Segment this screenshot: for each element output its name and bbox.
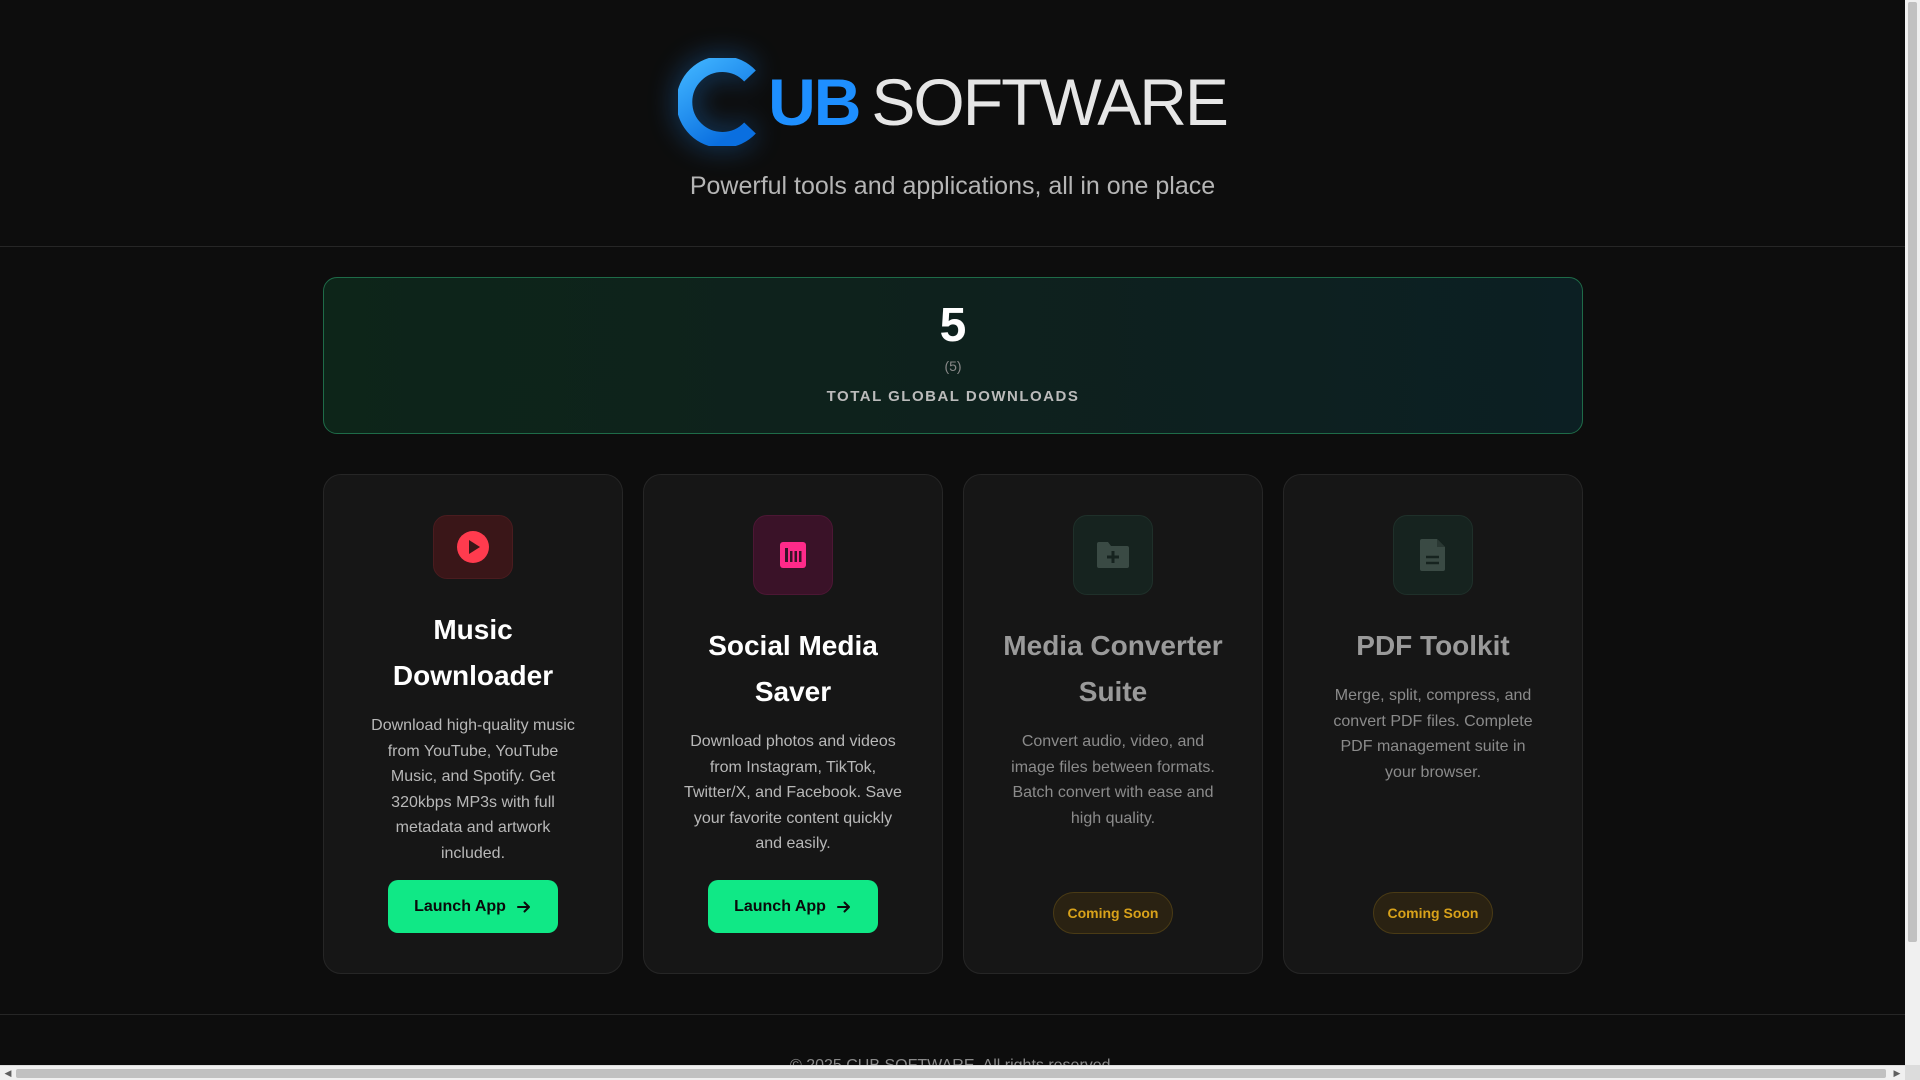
card-pdf-toolkit: PDF Toolkit Merge, split, compress, and … xyxy=(1283,474,1583,974)
card-media-converter: Media Converter Suite Convert audio, vid… xyxy=(963,474,1263,974)
card-social-media-saver: Social Media Saver Download photos and v… xyxy=(643,474,943,974)
brand-software: SOFTWARE xyxy=(871,65,1229,139)
folder-plus-icon xyxy=(1097,542,1129,568)
scrollbar-corner xyxy=(1905,1065,1920,1080)
launch-app-label: Launch App xyxy=(414,897,506,915)
social-icon-tile xyxy=(753,515,833,595)
brand-ub: UB xyxy=(768,65,861,139)
downloads-label: TOTAL GLOBAL DOWNLOADS xyxy=(826,387,1080,405)
arrow-right-icon xyxy=(836,901,850,912)
downloads-count-sub: (5) xyxy=(944,357,962,374)
converter-icon-tile xyxy=(1073,515,1153,595)
card-description: Merge, split, compress, and convert PDF … xyxy=(1333,687,1533,781)
tagline: Powerful tools and applications, all in … xyxy=(689,172,1216,200)
card-music-downloader: Music Downloader Download high-quality m… xyxy=(323,474,623,974)
downloads-stats-panel: 5 (5) TOTAL GLOBAL DOWNLOADS xyxy=(323,277,1583,434)
card-description: Download high-quality music from YouTube… xyxy=(371,717,575,862)
card-title: Social Media Saver xyxy=(708,630,878,707)
launch-app-button[interactable]: Launch App xyxy=(708,880,878,933)
scroll-right-icon[interactable]: ▶ xyxy=(1889,1066,1905,1080)
scroll-left-icon[interactable]: ◀ xyxy=(0,1066,16,1080)
coming-soon-badge: Coming Soon xyxy=(1053,892,1173,934)
launch-app-label: Launch App xyxy=(734,897,826,915)
music-icon-tile xyxy=(433,515,513,579)
launch-app-button[interactable]: Launch App xyxy=(388,880,558,933)
document-icon xyxy=(1420,539,1445,571)
coming-soon-badge: Coming Soon xyxy=(1373,892,1493,934)
pdf-icon-tile xyxy=(1393,515,1473,595)
vertical-scrollbar-thumb[interactable] xyxy=(1908,2,1917,942)
brand-logo[interactable]: UB SOFTWARE xyxy=(0,58,1905,146)
page: UB SOFTWARE Powerful tools and applicati… xyxy=(0,0,1905,1080)
card-title: Media Converter Suite xyxy=(1003,630,1223,707)
card-description: Convert audio, video, and image files be… xyxy=(1011,733,1215,827)
downloads-count: 5 xyxy=(939,299,967,352)
play-circle-icon xyxy=(457,531,489,563)
vertical-scrollbar[interactable] xyxy=(1905,0,1920,1065)
card-description: Download photos and videos from Instagra… xyxy=(684,733,902,853)
site-header: UB SOFTWARE Powerful tools and applicati… xyxy=(0,0,1905,247)
card-title: PDF Toolkit xyxy=(1356,630,1510,661)
horizontal-scrollbar-thumb[interactable] xyxy=(16,1069,1886,1078)
arrow-right-icon xyxy=(516,901,530,912)
media-grid-icon xyxy=(780,542,806,568)
card-title: Music Downloader xyxy=(392,614,554,691)
horizontal-scrollbar[interactable]: ◀ ▶ xyxy=(0,1065,1905,1080)
logo-c-icon xyxy=(678,58,756,146)
app-cards: Music Downloader Download high-quality m… xyxy=(323,474,1583,974)
